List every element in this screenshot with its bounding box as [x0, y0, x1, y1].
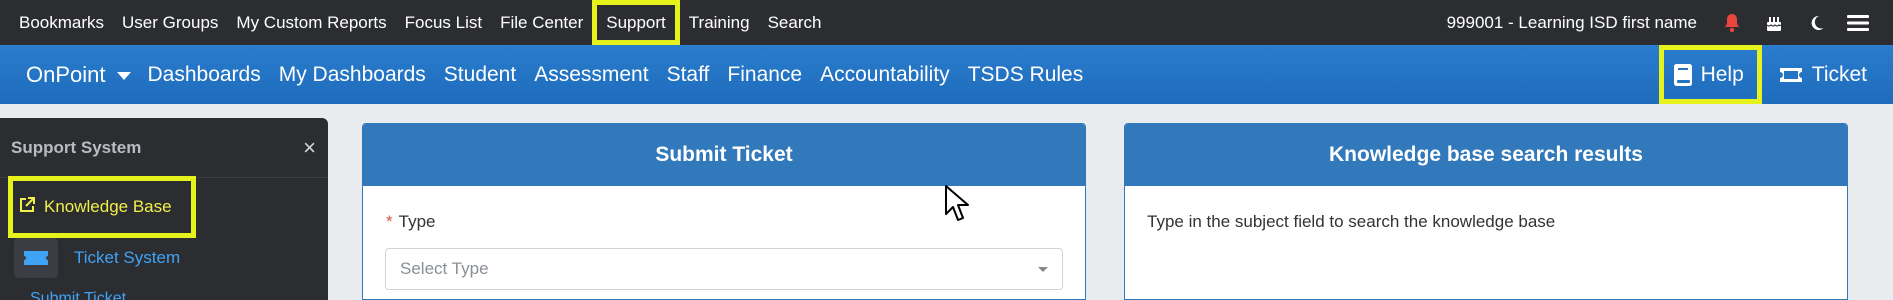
- topnav-training[interactable]: Training: [680, 0, 759, 45]
- ticket-label: Ticket: [1811, 62, 1867, 86]
- close-icon[interactable]: ×: [303, 136, 316, 159]
- brand-label: OnPoint: [26, 61, 106, 87]
- moon-icon[interactable]: [1805, 12, 1827, 34]
- knowledge-base-results-card: Knowledge base search results Type in th…: [1124, 123, 1848, 300]
- nav-staff[interactable]: Staff: [658, 63, 719, 87]
- ticket-button[interactable]: Ticket: [1768, 45, 1877, 104]
- submit-ticket-title: Submit Ticket: [363, 124, 1085, 186]
- cake-icon[interactable]: [1763, 12, 1785, 34]
- type-label: * Type: [386, 212, 435, 232]
- topnav-file-center[interactable]: File Center: [491, 0, 592, 45]
- book-icon: [1673, 63, 1693, 87]
- type-select[interactable]: Select Type: [385, 248, 1063, 290]
- nav-right-actions: Help Ticket: [1658, 45, 1893, 104]
- sidebar-item-ticket-system[interactable]: Ticket System: [14, 238, 180, 278]
- topnav-focus-list[interactable]: Focus List: [396, 0, 491, 45]
- nav-student[interactable]: Student: [435, 63, 525, 87]
- top-nav: Bookmarks User Groups My Custom Reports …: [0, 0, 830, 45]
- topnav-support[interactable]: Support: [592, 0, 680, 45]
- required-mark: *: [386, 212, 393, 231]
- ticket-system-icon: [14, 238, 58, 278]
- sidebar-item-label: Knowledge Base: [44, 197, 172, 216]
- topnav-search[interactable]: Search: [759, 0, 831, 45]
- topnav-user-groups[interactable]: User Groups: [113, 0, 227, 45]
- chevron-down-icon: [1038, 267, 1048, 272]
- caret-down-icon: [116, 72, 131, 80]
- district-selector[interactable]: 999001 - Learning ISD first name: [1447, 13, 1697, 33]
- external-link-icon: [18, 196, 36, 219]
- sidebar-item-submit-ticket[interactable]: Submit Ticket: [30, 290, 170, 300]
- mouse-cursor-icon: [944, 184, 970, 229]
- type-select-placeholder: Select Type: [400, 259, 489, 278]
- nav-dashboards[interactable]: Dashboards: [139, 63, 270, 87]
- topnav-bookmarks[interactable]: Bookmarks: [10, 0, 113, 45]
- help-button[interactable]: Help: [1658, 45, 1762, 104]
- hamburger-menu-icon[interactable]: [1847, 12, 1869, 34]
- knowledge-base-results-title: Knowledge base search results: [1125, 124, 1847, 186]
- knowledge-base-hint: Type in the subject field to search the …: [1147, 212, 1556, 231]
- sidebar-item-label: Ticket System: [74, 248, 181, 267]
- ticket-icon: [1778, 66, 1804, 84]
- help-label: Help: [1700, 62, 1744, 86]
- top-utility-bar: Bookmarks User Groups My Custom Reports …: [0, 0, 1893, 45]
- nav-accountability[interactable]: Accountability: [811, 63, 959, 87]
- bell-icon[interactable]: [1721, 12, 1743, 34]
- topnav-my-custom-reports[interactable]: My Custom Reports: [227, 0, 395, 45]
- main-nav: OnPoint Dashboards My Dashboards Student…: [0, 45, 1893, 104]
- nav-finance[interactable]: Finance: [718, 63, 811, 87]
- sidebar-item-knowledge-base[interactable]: Knowledge Base: [8, 176, 196, 238]
- sidebar-title: Support System: [11, 137, 142, 157]
- sidebar-header: Support System ×: [0, 118, 328, 178]
- nav-my-dashboards[interactable]: My Dashboards: [270, 63, 435, 87]
- submit-ticket-card: Submit Ticket * Type Select Type: [362, 123, 1086, 300]
- brand-dropdown[interactable]: OnPoint: [0, 62, 139, 88]
- nav-assessment[interactable]: Assessment: [525, 63, 657, 87]
- type-label-text: Type: [398, 212, 436, 231]
- nav-tsds-rules[interactable]: TSDS Rules: [959, 63, 1093, 87]
- top-right-tools: 999001 - Learning ISD first name: [1447, 0, 1893, 45]
- support-sidebar: Support System × Knowledge Base Ticket S…: [0, 118, 328, 300]
